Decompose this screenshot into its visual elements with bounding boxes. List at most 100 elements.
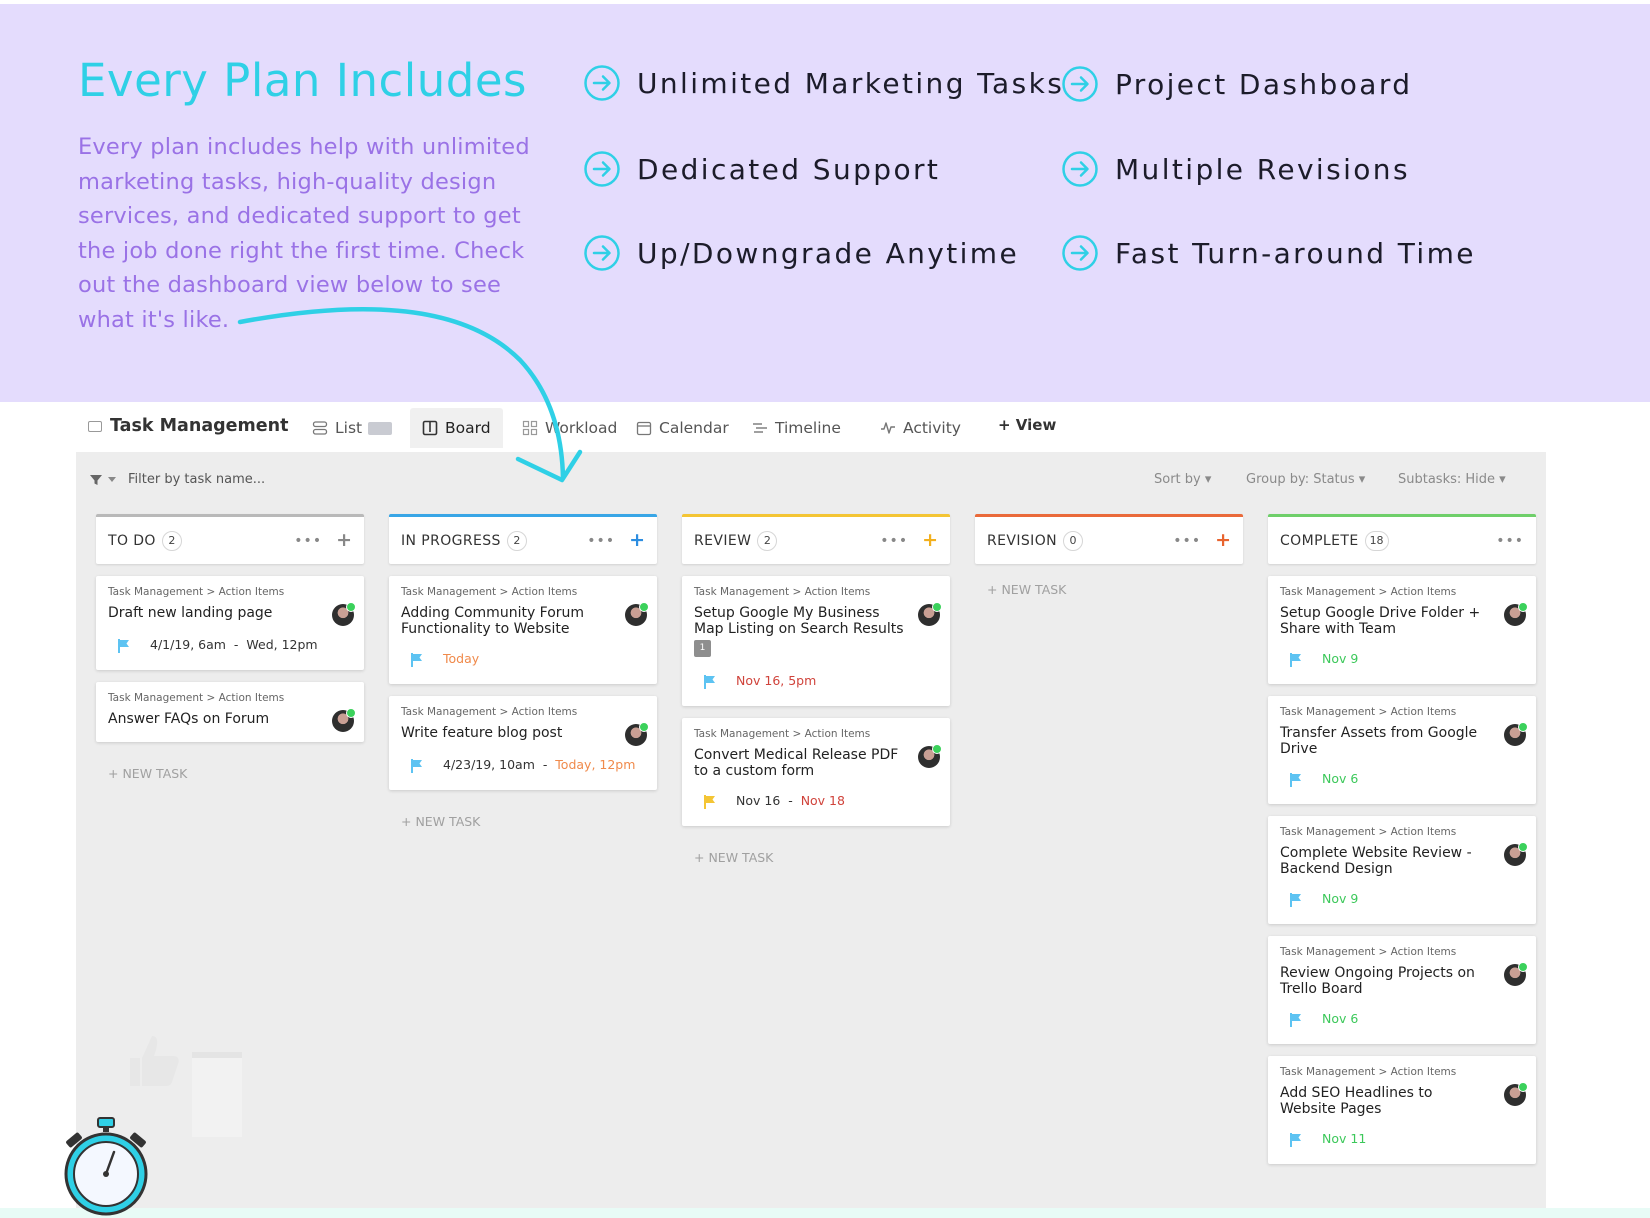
assignee-avatar[interactable] xyxy=(918,744,942,768)
more-options-icon[interactable]: ••• xyxy=(587,533,615,549)
assignee-avatar[interactable] xyxy=(1504,1082,1528,1106)
tab-list[interactable]: List xyxy=(312,408,393,448)
due-date[interactable]: Nov 9 xyxy=(1322,891,1358,906)
task-card[interactable]: Task Management > Action Items Answer FAQ… xyxy=(96,682,364,742)
more-options-icon[interactable]: ••• xyxy=(294,533,322,549)
new-task-button[interactable]: + NEW TASK xyxy=(401,814,480,829)
priority-flag-icon[interactable] xyxy=(704,794,716,809)
task-title[interactable]: Adding Community Forum Functionality to … xyxy=(401,605,611,637)
due-date[interactable]: Nov 6 xyxy=(1322,771,1358,786)
bottom-strip xyxy=(0,1208,1650,1218)
task-title[interactable]: Complete Website Review - Backend Design xyxy=(1280,845,1490,877)
task-title[interactable]: Setup Google My Business Map Listing on … xyxy=(694,605,904,637)
thumbs-up-icon xyxy=(130,1036,179,1086)
due-date[interactable]: Nov 11 xyxy=(1322,1131,1366,1146)
task-card[interactable]: Task Management > Action Items Review Ong… xyxy=(1268,936,1536,1044)
task-title[interactable]: Setup Google Drive Folder + Share with T… xyxy=(1280,605,1490,637)
end-date: Nov 16, 5pm xyxy=(736,673,817,688)
priority-flag-icon[interactable] xyxy=(1290,892,1302,907)
project-title[interactable]: Task Management xyxy=(88,416,288,436)
subtasks-control[interactable]: Subtasks: Hide ▾ xyxy=(1398,472,1506,487)
assignee-avatar[interactable] xyxy=(1504,602,1528,626)
task-card[interactable]: Task Management > Action Items Write feat… xyxy=(389,696,657,790)
priority-flag-icon[interactable] xyxy=(1290,1012,1302,1027)
arrow-circle-right-icon xyxy=(1062,66,1098,102)
assignee-avatar[interactable] xyxy=(625,602,649,626)
task-card[interactable]: Task Management > Action Items Convert Me… xyxy=(682,718,950,826)
more-options-icon[interactable]: ••• xyxy=(1496,533,1524,549)
add-task-icon[interactable]: + xyxy=(922,531,938,550)
sort-control[interactable]: Sort by ▾ xyxy=(1154,472,1211,487)
due-date[interactable]: 4/1/19, 6am - Wed, 12pm xyxy=(150,637,318,652)
board-column: IN PROGRESS 2 ••• + Task Management > Action… xyxy=(389,514,657,829)
priority-flag-icon[interactable] xyxy=(118,638,130,653)
workload-icon xyxy=(522,420,538,436)
task-title[interactable]: Convert Medical Release PDF to a custom … xyxy=(694,747,904,779)
group-by-control[interactable]: Group by: Status ▾ xyxy=(1246,472,1365,487)
feature-label: Fast Turn-around Time xyxy=(1115,236,1476,270)
task-card[interactable]: Task Management > Action Items Draft new … xyxy=(96,576,364,670)
task-card[interactable]: Task Management > Action Items Adding Com… xyxy=(389,576,657,684)
hero-description: Every plan includes help with unlimited … xyxy=(78,134,530,333)
calendar-icon xyxy=(636,421,652,436)
tab-timeline[interactable]: Timeline xyxy=(752,408,841,448)
assignee-avatar[interactable] xyxy=(1504,842,1528,866)
task-title[interactable]: Review Ongoing Projects on Trello Board xyxy=(1280,965,1490,997)
tab-workload[interactable]: Workload xyxy=(522,408,617,448)
feature-item: Dedicated Support xyxy=(583,150,940,188)
task-card[interactable]: Task Management > Action Items Setup Goog… xyxy=(1268,576,1536,684)
more-options-icon[interactable]: ••• xyxy=(880,533,908,549)
due-date[interactable]: Nov 16, 5pm xyxy=(736,673,816,688)
column-title: REVIEW xyxy=(694,532,752,549)
tab-board-label: Board xyxy=(445,419,491,437)
add-view-button[interactable]: + View xyxy=(998,416,1056,434)
due-date[interactable]: 4/23/19, 10am - Today, 12pm xyxy=(443,757,635,772)
add-task-icon[interactable]: + xyxy=(629,531,645,550)
add-task-icon[interactable]: + xyxy=(336,531,352,550)
due-date[interactable]: Nov 16 - Nov 18 xyxy=(736,793,845,808)
priority-flag-icon[interactable] xyxy=(411,758,423,773)
task-card[interactable]: Task Management > Action Items Complete W… xyxy=(1268,816,1536,924)
add-task-icon[interactable]: + xyxy=(1215,531,1231,550)
tab-board[interactable]: Board xyxy=(410,408,503,448)
assignee-avatar[interactable] xyxy=(332,602,356,626)
task-card[interactable]: Task Management > Action Items Add SEO He… xyxy=(1268,1056,1536,1164)
tab-activity-label: Activity xyxy=(903,419,961,437)
new-task-button[interactable]: + NEW TASK xyxy=(987,582,1066,597)
assignee-avatar[interactable] xyxy=(332,708,356,732)
due-date[interactable]: Nov 6 xyxy=(1322,1011,1358,1026)
due-date[interactable]: Today xyxy=(443,651,479,666)
end-date: Nov 6 xyxy=(1322,771,1359,786)
priority-flag-icon[interactable] xyxy=(1290,652,1302,667)
tab-activity[interactable]: Activity xyxy=(880,408,961,448)
assignee-avatar[interactable] xyxy=(625,722,649,746)
priority-flag-icon[interactable] xyxy=(704,674,716,689)
filter-input-placeholder: Filter by task name... xyxy=(128,472,266,487)
new-task-button[interactable]: + NEW TASK xyxy=(108,766,187,781)
assignee-avatar[interactable] xyxy=(918,602,942,626)
task-title[interactable]: Add SEO Headlines to Website Pages xyxy=(1280,1085,1490,1117)
column-title: REVISION xyxy=(987,532,1057,549)
new-task-button[interactable]: + NEW TASK xyxy=(694,850,773,865)
due-date[interactable]: Nov 9 xyxy=(1322,651,1358,666)
filter-control[interactable]: Filter by task name... xyxy=(90,472,265,487)
card-breadcrumb: Task Management > Action Items xyxy=(694,728,871,740)
end-date: Nov 9 xyxy=(1322,651,1359,666)
priority-flag-icon[interactable] xyxy=(1290,772,1302,787)
priority-flag-icon[interactable] xyxy=(1290,1132,1302,1147)
column-header: IN PROGRESS 2 ••• + xyxy=(389,514,657,564)
assignee-avatar[interactable] xyxy=(1504,962,1528,986)
hero-title: Every Plan Includes xyxy=(78,54,527,107)
task-card[interactable]: Task Management > Action Items Transfer A… xyxy=(1268,696,1536,804)
task-title[interactable]: Answer FAQs on Forum xyxy=(108,711,318,727)
card-breadcrumb: Task Management > Action Items xyxy=(1280,1066,1457,1078)
task-card[interactable]: Task Management > Action Items Setup Goog… xyxy=(682,576,950,706)
task-title[interactable]: Write feature blog post xyxy=(401,725,611,741)
more-options-icon[interactable]: ••• xyxy=(1173,533,1201,549)
end-date: Today xyxy=(443,651,480,666)
task-title[interactable]: Draft new landing page xyxy=(108,605,318,621)
assignee-avatar[interactable] xyxy=(1504,722,1528,746)
priority-flag-icon[interactable] xyxy=(411,652,423,667)
tab-calendar[interactable]: Calendar xyxy=(636,408,729,448)
task-title[interactable]: Transfer Assets from Google Drive xyxy=(1280,725,1490,757)
